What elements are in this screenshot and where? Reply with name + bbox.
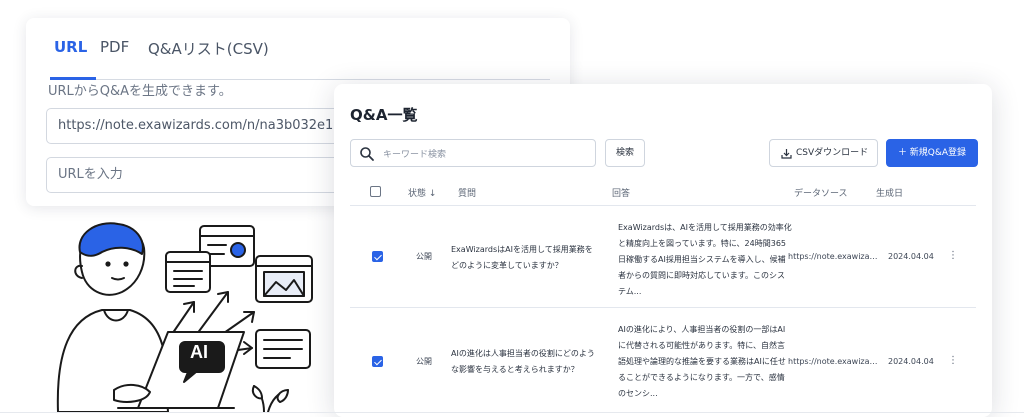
search-icon xyxy=(360,147,374,161)
keyword-search-input[interactable]: キーワード検索 xyxy=(350,139,596,167)
ai-badge-label: AI xyxy=(190,342,208,362)
row-status: 公開 xyxy=(416,357,432,366)
row-status: 公開 xyxy=(416,252,432,261)
row-menu-icon[interactable]: ⋮ xyxy=(948,248,958,264)
row-checkbox[interactable] xyxy=(372,251,383,262)
table-row[interactable]: 公開 AIの進化は人事担当者の役割にどのような影響を与えると考えられますか？ A… xyxy=(350,308,976,410)
row-source[interactable]: https://note.exawiza… xyxy=(788,249,880,265)
header-status[interactable]: 状態 ↓ xyxy=(408,186,436,199)
row-date: 2024.04.04 xyxy=(888,252,934,261)
divider xyxy=(0,412,1024,413)
row-checkbox[interactable] xyxy=(372,356,383,367)
new-qa-button[interactable]: ＋ 新規Q&A登録 xyxy=(886,139,978,167)
header-date: 生成日 xyxy=(876,189,904,199)
csv-download-button[interactable]: CSVダウンロード xyxy=(769,139,878,167)
search-button[interactable]: 検索 xyxy=(605,139,645,167)
table-header: 状態 ↓ 質問 回答 データソース 生成日 xyxy=(350,180,976,206)
page-title: Q&A一覧 xyxy=(350,106,418,124)
header-source: データソース xyxy=(794,189,848,199)
header-answer: 回答 xyxy=(612,189,631,199)
row-source[interactable]: https://note.exawiza… xyxy=(788,354,880,370)
row-answer: ExaWizardsは、AIを活用して採用業務の効率化と精度向上を図っています。… xyxy=(618,223,792,296)
row-question: AIの進化は人事担当者の役割にどのような影響を与えると考えられますか？ xyxy=(451,349,595,374)
header-question: 質問 xyxy=(458,189,477,199)
download-icon xyxy=(781,149,792,159)
qa-list-card: Q&A一覧 キーワード検索 検索 CSVダウンロード ＋ 新規Q&A登録 状態 … xyxy=(334,84,992,417)
row-date: 2024.04.04 xyxy=(888,357,934,366)
row-menu-icon[interactable]: ⋮ xyxy=(948,353,958,369)
csv-download-label: CSVダウンロード xyxy=(796,148,869,158)
table-row[interactable]: 公開 ExaWizardsはAIを活用して採用業務をどのように変革していますか？… xyxy=(350,206,976,308)
tab-qa-list-csv[interactable]: Q&Aリスト(CSV) xyxy=(148,38,269,59)
search-placeholder: キーワード検索 xyxy=(383,150,447,160)
source-tabs: URL PDF Q&Aリスト(CSV) xyxy=(50,38,550,80)
tab-url[interactable]: URL xyxy=(54,38,87,56)
tab-pdf[interactable]: PDF xyxy=(100,38,129,56)
person-with-laptop-illustration: AI xyxy=(18,212,338,417)
select-all-checkbox[interactable] xyxy=(370,186,381,197)
row-answer: AIの進化により、人事担当者の役割の一部はAIに代替される可能性があります。特に… xyxy=(618,325,786,398)
url-helper-text: URLからQ&Aを生成できます。 xyxy=(48,84,232,99)
row-question: ExaWizardsはAIを活用して採用業務をどのように変革していますか？ xyxy=(451,245,593,270)
